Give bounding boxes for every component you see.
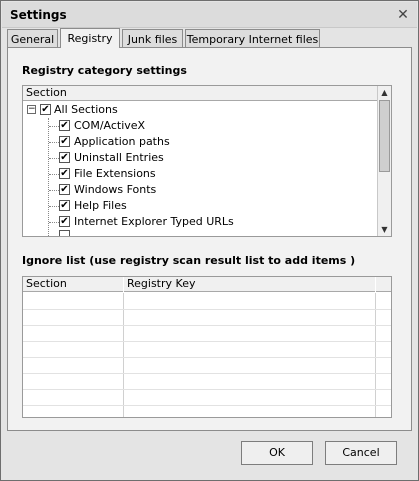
- checkbox-help-files[interactable]: ✔: [59, 200, 70, 211]
- checkbox-application-paths[interactable]: ✔: [59, 136, 70, 147]
- tree-vertical-scrollbar[interactable]: ▲ ▼: [377, 86, 391, 236]
- tree-item-ie-typed-urls[interactable]: ✔ Internet Explorer Typed URLs: [23, 214, 377, 230]
- window-title: Settings: [10, 8, 67, 22]
- collapse-icon[interactable]: −: [27, 105, 36, 114]
- checkbox-uninstall-entries[interactable]: ✔: [59, 152, 70, 163]
- tree-item-label: File Extensions: [74, 167, 156, 180]
- ignore-list-heading: Ignore list (use registry scan result li…: [22, 254, 356, 267]
- checkbox-all-sections[interactable]: ✔: [40, 104, 51, 115]
- tree-item-label: Help Files: [74, 199, 127, 212]
- title-bar: Settings ✕: [2, 2, 417, 28]
- ok-button[interactable]: OK: [241, 441, 313, 465]
- tree-item-uninstall-entries[interactable]: ✔ Uninstall Entries: [23, 150, 377, 166]
- ignore-list[interactable]: Section Registry Key: [22, 276, 392, 418]
- tree-item-label: Uninstall Entries: [74, 151, 164, 164]
- partially-hidden-row: [23, 230, 377, 236]
- checkbox-windows-fonts[interactable]: ✔: [59, 184, 70, 195]
- ignore-column-registry-key[interactable]: Registry Key: [124, 277, 375, 292]
- tree-item-label: Application paths: [74, 135, 170, 148]
- tree-item-label: Internet Explorer Typed URLs: [74, 215, 234, 228]
- scroll-thumb[interactable]: [379, 100, 390, 172]
- tab-registry[interactable]: Registry: [60, 28, 120, 48]
- checkbox-ie-typed-urls[interactable]: ✔: [59, 216, 70, 227]
- tree-item-com-activex[interactable]: ✔ COM/ActiveX: [23, 118, 377, 134]
- tree-item-application-paths[interactable]: ✔ Application paths: [23, 134, 377, 150]
- tree-item-label: COM/ActiveX: [74, 119, 146, 132]
- scroll-down-icon[interactable]: ▼: [378, 223, 391, 236]
- section-column-header[interactable]: Section: [23, 86, 377, 101]
- registry-panel: Registry category settings Section − ✔ A…: [7, 47, 412, 431]
- registry-category-tree[interactable]: Section − ✔ All Sections ✔ COM/ActiveX ✔…: [22, 85, 392, 237]
- tree-item-help-files[interactable]: ✔ Help Files: [23, 198, 377, 214]
- scroll-up-icon[interactable]: ▲: [378, 86, 391, 99]
- tab-general[interactable]: General: [7, 29, 58, 48]
- tree-item-windows-fonts[interactable]: ✔ Windows Fonts: [23, 182, 377, 198]
- tree-item-file-extensions[interactable]: ✔ File Extensions: [23, 166, 377, 182]
- cancel-button[interactable]: Cancel: [325, 441, 397, 465]
- ignore-column-section[interactable]: Section: [23, 277, 123, 292]
- settings-dialog: Settings ✕ General Registry Junk files T…: [0, 0, 419, 481]
- tree-item-label: Windows Fonts: [74, 183, 157, 196]
- tree-root-row[interactable]: − ✔ All Sections: [23, 102, 377, 118]
- tab-temporary-internet-files[interactable]: Temporary Internet files: [185, 29, 320, 48]
- checkbox-com-activex[interactable]: ✔: [59, 120, 70, 131]
- checkbox-file-extensions[interactable]: ✔: [59, 168, 70, 179]
- tab-junk-files[interactable]: Junk files: [122, 29, 183, 48]
- registry-category-heading: Registry category settings: [22, 64, 187, 77]
- tree-root-label: All Sections: [54, 103, 118, 116]
- close-icon[interactable]: ✕: [395, 7, 411, 23]
- ignore-header-filler: [376, 277, 391, 292]
